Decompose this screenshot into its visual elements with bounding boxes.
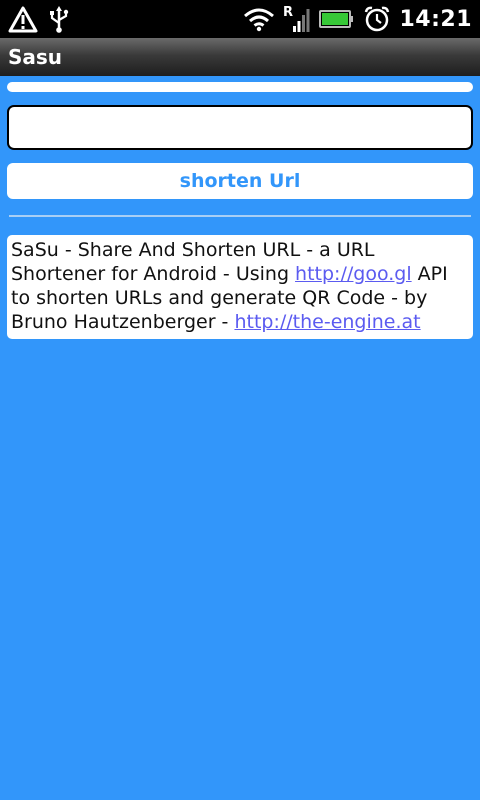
alarm-icon [363, 5, 391, 33]
shorten-url-button-label: shorten Url [179, 170, 301, 192]
top-strip [7, 82, 473, 92]
info-text-box: SaSu - Share And Shorten URL - a URL Sho… [7, 235, 473, 339]
usb-icon [48, 5, 70, 33]
battery-icon [319, 8, 355, 30]
goo-gl-link[interactable]: http://goo.gl [295, 263, 412, 285]
shorten-url-button[interactable]: shorten Url [7, 163, 473, 199]
app-title-bar: Sasu [0, 38, 480, 76]
svg-text:R: R [283, 5, 293, 20]
status-time: 14:21 [399, 6, 472, 32]
signal-icon: R [283, 4, 311, 34]
main-content: shorten Url SaSu - Share And Shorten URL… [0, 76, 480, 800]
status-left [8, 5, 70, 33]
url-input[interactable] [7, 105, 473, 150]
status-bar: R 14:21 [0, 0, 480, 38]
wifi-icon [243, 6, 275, 32]
status-right: R 14:21 [243, 4, 472, 34]
divider [9, 215, 471, 217]
warning-icon [8, 5, 38, 33]
the-engine-link[interactable]: http://the-engine.at [234, 311, 420, 333]
app-title: Sasu [8, 45, 63, 69]
